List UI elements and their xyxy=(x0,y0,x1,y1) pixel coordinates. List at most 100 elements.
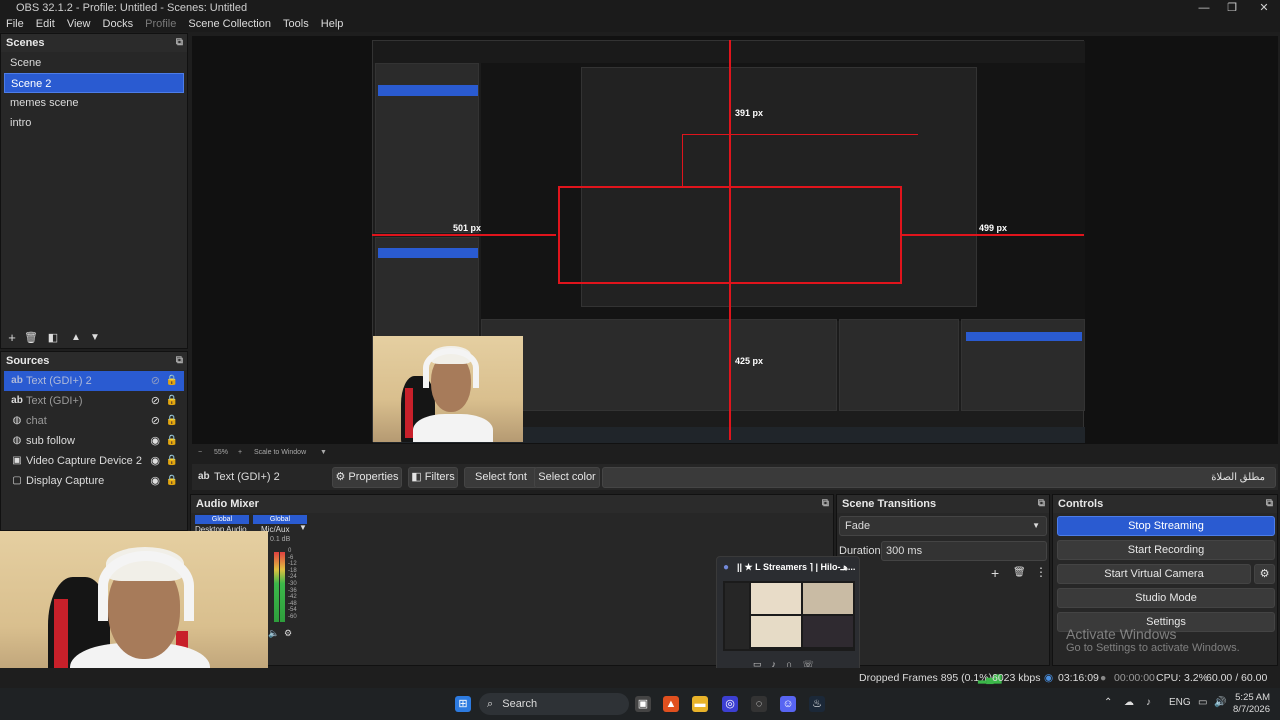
virtual-camera-settings-icon[interactable]: ⚙ xyxy=(1254,564,1275,584)
undock-icon[interactable]: ⧉ xyxy=(1038,495,1045,513)
studio-mode-button[interactable]: Studio Mode xyxy=(1057,588,1275,608)
scene-filters-icon[interactable]: ◧ xyxy=(44,328,62,348)
scene-item-selected[interactable]: Scene 2 xyxy=(4,73,184,93)
source-item[interactable]: ab Text (GDI+) ⊘ 🔒 xyxy=(4,391,184,411)
select-font-button[interactable]: Select font xyxy=(464,467,538,488)
properties-button[interactable]: ⚙ Properties xyxy=(332,467,402,488)
lock-icon[interactable]: 🔒 xyxy=(166,471,178,491)
discord-icon[interactable]: ☺ xyxy=(780,696,796,712)
app-icon[interactable]: ◌ xyxy=(751,696,767,712)
menu-docks[interactable]: Docks xyxy=(100,16,137,32)
discord-thumbnail-popup[interactable]: ● || ★ L Streamers ⌉ | Hilo-هـ... ▭♪∩☏ xyxy=(716,556,860,678)
more-icon[interactable]: ⋮ xyxy=(1035,565,1047,579)
menu-view[interactable]: View xyxy=(64,16,94,32)
volume-icon[interactable]: 🔊 xyxy=(1214,697,1226,708)
eye-icon[interactable]: ◉ xyxy=(150,471,160,491)
track-tab[interactable]: Global xyxy=(195,515,249,524)
menu-help[interactable]: Help xyxy=(318,16,347,32)
add-transition-icon[interactable]: + xyxy=(991,565,999,581)
add-scene-icon[interactable]: + xyxy=(3,328,21,348)
network-icon[interactable]: ▭ xyxy=(1198,697,1207,708)
text-source-icon: ab xyxy=(198,471,210,482)
source-item-selected[interactable]: ab Text (GDI+) 2 ⊘ 🔒 xyxy=(4,371,184,391)
lock-icon[interactable]: 🔒 xyxy=(166,371,178,391)
task-view-icon[interactable]: ▣ xyxy=(635,696,651,712)
zoom-in-icon[interactable]: + xyxy=(238,446,242,460)
language-indicator[interactable]: ENG xyxy=(1169,697,1191,708)
scale-tick: -48 xyxy=(288,600,297,607)
chevron-down-icon[interactable]: ▼ xyxy=(320,446,327,460)
source-item[interactable]: ▢ Display Capture ◉ 🔒 xyxy=(4,471,184,491)
guide-right xyxy=(902,234,1084,236)
scene-item[interactable]: intro xyxy=(4,113,184,133)
onedrive-icon[interactable]: ☁ xyxy=(1124,697,1134,708)
stop-streaming-button[interactable]: Stop Streaming xyxy=(1057,516,1275,536)
scale-tick: -18 xyxy=(288,567,297,574)
hidden-eye-icon[interactable]: ⊘ xyxy=(151,411,160,431)
scene-item[interactable]: memes scene xyxy=(4,93,184,113)
steam-icon[interactable]: ♨ xyxy=(809,696,825,712)
lock-icon[interactable]: 🔒 xyxy=(166,451,178,471)
hidden-eye-icon[interactable]: ⊘ xyxy=(151,391,160,411)
bitrate: 6023 kbps xyxy=(992,672,1041,684)
taskbar-search[interactable]: ⌕ Search xyxy=(479,693,629,715)
brave-icon[interactable]: ▲ xyxy=(663,696,679,712)
undock-icon[interactable]: ⧉ xyxy=(1266,495,1273,513)
file-explorer-icon[interactable]: ▬ xyxy=(692,696,708,712)
start-icon[interactable]: ⊞ xyxy=(455,696,471,712)
measure-bottom: 425 px xyxy=(735,356,764,366)
clock[interactable]: 5:25 AM 8/7/2026 xyxy=(1232,692,1270,716)
source-item[interactable]: ▣ Video Capture Device 2 ◉ 🔒 xyxy=(4,451,184,471)
eye-icon[interactable]: ◉ xyxy=(150,451,160,471)
preview-canvas[interactable]: 391 px 501 px 499 px 425 px xyxy=(192,36,1278,444)
remove-transition-icon[interactable]: 🗑 xyxy=(1013,567,1026,578)
filters-button[interactable]: ◧ Filters xyxy=(408,467,458,488)
bounding-box-left xyxy=(558,186,560,284)
menu-profile[interactable]: Profile xyxy=(142,16,179,32)
gear-icon[interactable]: ⚙ xyxy=(284,628,292,639)
start-virtual-camera-button[interactable]: Start Virtual Camera xyxy=(1057,564,1251,584)
transition-select[interactable]: Fade ▼ xyxy=(839,516,1047,536)
zoom-bar: − 55% + Scale to Window ▼ xyxy=(192,446,1278,460)
speaker-icon[interactable]: 🔈 xyxy=(268,628,279,639)
hidden-eye-icon[interactable]: ⊘ xyxy=(151,371,160,391)
status-bar: Dropped Frames 895 (0.1%) ▂▄▆ 6023 kbps … xyxy=(0,668,1280,704)
undock-icon[interactable]: ⧉ xyxy=(176,352,183,370)
undock-icon[interactable]: ⧉ xyxy=(176,34,183,52)
menu-edit[interactable]: Edit xyxy=(33,16,58,32)
source-item[interactable]: ◍ sub follow ◉ 🔒 xyxy=(4,431,184,451)
text-input[interactable]: مطلق الصلاة xyxy=(602,467,1276,488)
duration-stepper[interactable]: 300 ms xyxy=(881,541,1047,561)
eye-icon[interactable]: ◉ xyxy=(150,431,160,451)
remove-scene-icon[interactable]: 🗑 xyxy=(22,328,40,348)
source-label: Video Capture Device 2 xyxy=(26,455,142,467)
close-button[interactable]: ✕ xyxy=(1248,0,1280,16)
audio-mixer-header: Audio Mixer ⧉ xyxy=(191,495,833,513)
lock-icon[interactable]: 🔒 xyxy=(166,411,178,431)
move-up-icon[interactable]: ▲ xyxy=(67,328,85,348)
webcam-overlay xyxy=(0,531,268,690)
undock-icon[interactable]: ⧉ xyxy=(822,495,829,513)
mic-tray-icon[interactable]: ♪ xyxy=(1146,697,1151,708)
menu-tools[interactable]: Tools xyxy=(280,16,312,32)
source-label: Display Capture xyxy=(26,475,105,487)
chevron-down-icon[interactable]: ▼ xyxy=(299,523,307,532)
tray-chevron-icon[interactable]: ⌃ xyxy=(1104,697,1112,708)
globe-icon: ◍ xyxy=(12,435,22,446)
source-item[interactable]: ◍ chat ⊘ 🔒 xyxy=(4,411,184,431)
measure-left: 501 px xyxy=(453,223,482,233)
zoom-level[interactable]: 55% xyxy=(214,446,228,460)
start-recording-button[interactable]: Start Recording xyxy=(1057,540,1275,560)
scene-item[interactable]: Scene xyxy=(4,53,184,73)
obs-icon[interactable]: ◎ xyxy=(722,696,738,712)
lock-icon[interactable]: 🔒 xyxy=(166,431,178,451)
lock-icon[interactable]: 🔒 xyxy=(166,391,178,411)
menu-file[interactable]: File xyxy=(3,16,27,32)
taskbar: ⊞ ⌕ Search ▣ ▲ ▬ ◎ ◌ ☺ ♨ ⌃ ☁ ♪ ENG ▭ 🔊 5… xyxy=(0,688,1280,720)
zoom-out-icon[interactable]: − xyxy=(198,446,202,460)
move-down-icon[interactable]: ▼ xyxy=(86,328,104,348)
select-color-button[interactable]: Select color xyxy=(534,467,600,488)
maximize-button[interactable]: ❐ xyxy=(1216,0,1248,16)
menu-scene-collection[interactable]: Scene Collection xyxy=(185,16,274,32)
scale-mode[interactable]: Scale to Window xyxy=(254,446,306,460)
